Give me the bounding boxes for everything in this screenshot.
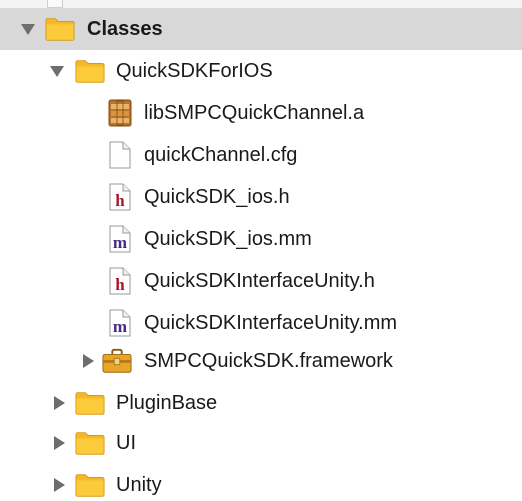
navigator-item-label: QuickSDKInterfaceUnity.h xyxy=(144,270,375,292)
navigator-row-quicksdkforios[interactable]: QuickSDKForIOS xyxy=(0,50,522,92)
navigator-row-smpcquicksdk-framework[interactable]: SMPCQuickSDK.framework xyxy=(0,340,522,382)
navigator-row-classes[interactable]: Classes xyxy=(0,8,522,50)
navigator-row-quickchannel-cfg[interactable]: quickChannel.cfg xyxy=(0,134,522,176)
navigator-item-label: UI xyxy=(116,432,136,454)
navigator-item-label: libSMPCQuickChannel.a xyxy=(144,102,365,124)
navigator-row-libsmpcquickchannel[interactable]: libSMPCQuickChannel.a xyxy=(0,92,522,134)
objc-source-file-icon: m xyxy=(105,309,135,337)
navigator-item-label: QuickSDKInterfaceUnity.mm xyxy=(144,312,398,334)
folder-icon xyxy=(75,389,105,417)
project-navigator: Classes QuickSDKForIOS libSMPCQuickChann… xyxy=(0,0,522,501)
disclosure-collapsed-icon[interactable] xyxy=(51,395,67,411)
navigator-item-label: PluginBase xyxy=(116,392,218,414)
plain-document-icon xyxy=(105,141,135,169)
navigator-row-ui[interactable]: UI xyxy=(0,422,522,464)
disclosure-expanded-icon[interactable] xyxy=(49,63,65,79)
navigator-row-quicksdk-ios-h[interactable]: h QuickSDK_ios.h xyxy=(0,176,522,218)
navigator-row-quicksdk-ios-mm[interactable]: m QuickSDK_ios.mm xyxy=(0,218,522,260)
header-file-icon: h xyxy=(105,183,135,211)
navigator-row-quicksdkinterfaceunity-mm[interactable]: m QuickSDKInterfaceUnity.mm xyxy=(0,302,522,344)
navigator-item-label: QuickSDK_ios.mm xyxy=(144,228,312,250)
library-archive-icon xyxy=(105,99,135,127)
navigator-item-label: QuickSDK_ios.h xyxy=(144,186,290,208)
folder-icon xyxy=(75,429,105,457)
navigator-row-quicksdkinterfaceunity-h[interactable]: h QuickSDKInterfaceUnity.h xyxy=(0,260,522,302)
folder-icon xyxy=(75,57,105,85)
disclosure-collapsed-icon[interactable] xyxy=(51,435,67,451)
navigator-row-unity[interactable]: Unity xyxy=(0,464,522,501)
disclosure-expanded-icon[interactable] xyxy=(20,21,36,37)
framework-toolbox-icon xyxy=(102,347,132,375)
folder-icon xyxy=(45,15,75,43)
objc-source-file-icon: m xyxy=(105,225,135,253)
navigator-item-label: quickChannel.cfg xyxy=(144,144,298,166)
folder-icon xyxy=(75,471,105,499)
header-file-icon: h xyxy=(105,267,135,295)
navigator-row-pluginbase[interactable]: PluginBase xyxy=(0,382,522,424)
navigator-item-label: Unity xyxy=(116,474,162,496)
disclosure-collapsed-icon[interactable] xyxy=(51,477,67,493)
disclosure-collapsed-icon[interactable] xyxy=(80,353,96,369)
navigator-item-label: Classes xyxy=(87,18,163,40)
navigator-item-label: QuickSDKForIOS xyxy=(116,60,273,82)
navigator-item-label: SMPCQuickSDK.framework xyxy=(144,350,393,372)
partial-icon xyxy=(47,0,63,8)
